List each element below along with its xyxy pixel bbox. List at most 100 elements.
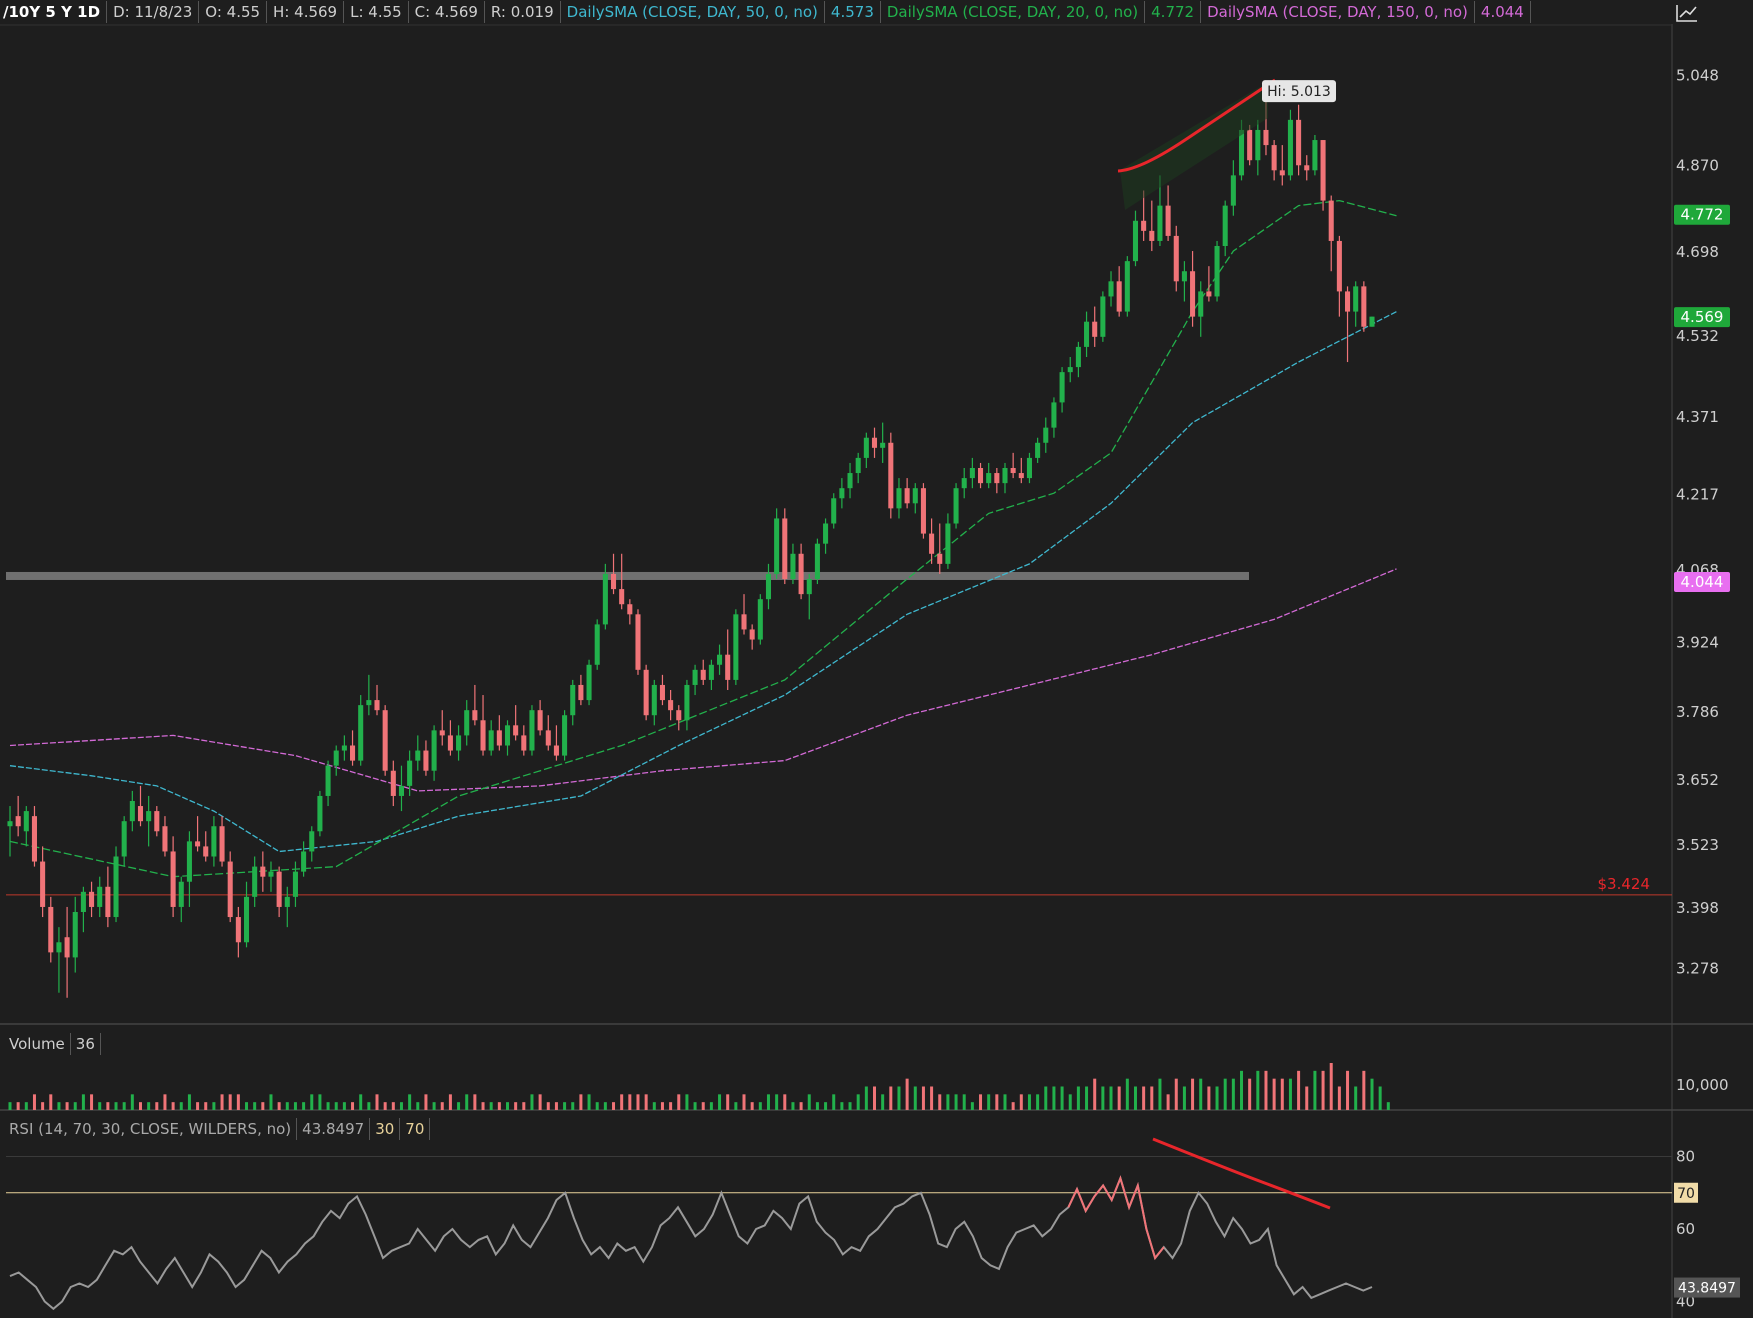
candle-body bbox=[464, 710, 470, 736]
candle-body bbox=[847, 473, 853, 489]
volume-bar bbox=[1256, 1070, 1260, 1110]
volume-bar bbox=[775, 1094, 779, 1110]
candle-body bbox=[1296, 119, 1302, 166]
volume-bar bbox=[1158, 1078, 1162, 1110]
candle-body bbox=[186, 841, 192, 882]
candle-body bbox=[31, 816, 37, 862]
symbol-label[interactable]: /10Y 5 Y 1D bbox=[0, 1, 108, 23]
candle-body bbox=[831, 498, 837, 524]
candle-body bbox=[1255, 129, 1261, 161]
candle-body bbox=[659, 684, 665, 701]
volume-bar bbox=[24, 1102, 28, 1110]
candle-body bbox=[1271, 145, 1277, 171]
candle-body bbox=[1124, 261, 1130, 312]
volume-bar bbox=[612, 1102, 616, 1110]
volume-value: 36 bbox=[71, 1033, 101, 1055]
sma20-value: 4.772 bbox=[1145, 1, 1202, 23]
candle-body bbox=[1075, 346, 1081, 368]
candle-body bbox=[888, 442, 894, 509]
candle-body bbox=[178, 881, 184, 907]
volume-bar bbox=[228, 1094, 232, 1110]
volume-bar bbox=[546, 1102, 550, 1110]
volume-bar bbox=[1378, 1086, 1382, 1110]
volume-bar bbox=[114, 1102, 118, 1110]
rsi-value: 43.8497 bbox=[297, 1118, 371, 1140]
volume-bar bbox=[171, 1102, 175, 1110]
price-line-label: $3.424 bbox=[1598, 875, 1651, 893]
sma50-label[interactable]: DailySMA (CLOSE, DAY, 50, 0, no) bbox=[561, 1, 825, 23]
candle-body bbox=[1141, 220, 1147, 231]
last-price-tag: 4.569 bbox=[1681, 308, 1724, 326]
volume-bar bbox=[824, 1102, 828, 1110]
volume-bar bbox=[416, 1102, 420, 1110]
volume-label[interactable]: Volume bbox=[4, 1033, 71, 1055]
rsi-overbought-segment bbox=[1067, 1175, 1165, 1261]
sma150-tag-box bbox=[1674, 572, 1730, 593]
candle-body bbox=[929, 533, 935, 554]
volume-bar bbox=[285, 1102, 289, 1110]
volume-bar bbox=[1109, 1086, 1113, 1110]
volume-bar bbox=[840, 1102, 844, 1110]
candle-body bbox=[1320, 140, 1326, 201]
candle-body bbox=[1084, 321, 1090, 347]
volume-bar bbox=[212, 1102, 216, 1110]
volume-bar bbox=[1142, 1086, 1146, 1110]
rsi-label[interactable]: RSI (14, 70, 30, CLOSE, WILDERS, no) bbox=[4, 1118, 298, 1140]
candle-body bbox=[390, 770, 396, 796]
candle-body bbox=[700, 669, 706, 680]
range-label: R: 0.019 bbox=[485, 1, 561, 23]
price-tick-label: 4.217 bbox=[1676, 486, 1719, 504]
candle-body bbox=[562, 715, 568, 756]
rsi-70-tag-box bbox=[1674, 1182, 1698, 1203]
volume-bar bbox=[481, 1102, 485, 1110]
volume-bar bbox=[970, 1102, 974, 1110]
volume-bar bbox=[701, 1102, 705, 1110]
volume-bar bbox=[236, 1094, 240, 1110]
rsi-70-tag: 70 bbox=[1677, 1186, 1695, 1202]
candle-body bbox=[48, 906, 54, 953]
candle-body bbox=[774, 518, 780, 574]
candle-body bbox=[651, 684, 657, 716]
volume-bar bbox=[277, 1102, 281, 1110]
volume-bar bbox=[1019, 1094, 1023, 1110]
volume-bar bbox=[563, 1102, 567, 1110]
volume-bar bbox=[16, 1102, 20, 1110]
candle-body bbox=[431, 730, 437, 771]
candle-body bbox=[89, 891, 95, 907]
volume-bar bbox=[155, 1102, 159, 1110]
candle-body bbox=[1092, 321, 1098, 337]
candle-body bbox=[1206, 291, 1212, 297]
candle-body bbox=[643, 669, 649, 716]
trend-annotation-line bbox=[1117, 78, 1276, 173]
candle-body bbox=[635, 614, 641, 670]
volume-bar bbox=[505, 1102, 509, 1110]
volume-bar bbox=[660, 1102, 664, 1110]
volume-bar bbox=[889, 1086, 893, 1110]
volume-bar bbox=[1386, 1102, 1390, 1110]
volume-bar bbox=[440, 1102, 444, 1110]
price-tick-label: 3.786 bbox=[1676, 703, 1719, 721]
candle-body bbox=[1279, 170, 1285, 176]
candle-body bbox=[529, 710, 535, 751]
volume-bar bbox=[848, 1102, 852, 1110]
sma20-label[interactable]: DailySMA (CLOSE, DAY, 20, 0, no) bbox=[881, 1, 1146, 23]
volume-header: Volume 36 bbox=[4, 1033, 101, 1055]
candle-body bbox=[863, 437, 869, 458]
candle-body bbox=[72, 912, 78, 958]
volume-bar bbox=[8, 1102, 12, 1110]
candle-body bbox=[496, 730, 502, 746]
price-tick-label: 3.523 bbox=[1676, 836, 1719, 854]
volume-bar bbox=[636, 1094, 640, 1110]
candle-body bbox=[301, 851, 307, 872]
volume-bar bbox=[187, 1094, 191, 1110]
candle-body bbox=[1026, 457, 1032, 479]
candle-body bbox=[1328, 200, 1334, 241]
candle-body bbox=[113, 856, 119, 918]
volume-bar bbox=[832, 1094, 836, 1110]
volume-bar bbox=[179, 1102, 183, 1110]
drawing-tool-icon[interactable] bbox=[1674, 2, 1700, 24]
candle-body bbox=[823, 523, 829, 544]
candle-body bbox=[350, 745, 356, 761]
sma150-label[interactable]: DailySMA (CLOSE, DAY, 150, 0, no) bbox=[1201, 1, 1475, 23]
candle-body bbox=[586, 664, 592, 701]
